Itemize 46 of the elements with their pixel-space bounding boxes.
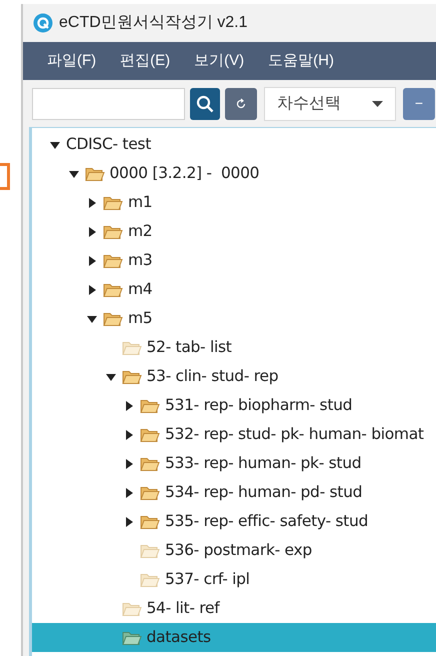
menu-item[interactable]: 도움말(H) — [268, 50, 334, 72]
tree-item[interactable]: datasets — [32, 623, 436, 652]
collapse-button[interactable]: − — [403, 88, 435, 120]
tree-item[interactable]: m1 — [32, 188, 436, 217]
tree-item[interactable]: m4 — [32, 275, 436, 304]
version-select[interactable]: 차수선택 — [264, 86, 396, 120]
menu-item[interactable]: 편집(E) — [120, 50, 170, 72]
expanded-triangle-icon[interactable] — [50, 140, 60, 150]
refresh-button[interactable] — [225, 88, 257, 120]
tree-item[interactable]: 0000 [3.2.2] - 0000 — [32, 159, 436, 188]
collapsed-triangle-icon[interactable] — [124, 488, 134, 498]
search-icon — [196, 94, 214, 112]
tree-item[interactable]: m3 — [32, 246, 436, 275]
collapsed-triangle-icon[interactable] — [124, 516, 134, 526]
tree-item[interactable]: 537- crf- ipl — [32, 565, 436, 594]
tree-item[interactable]: CDISC- test — [32, 130, 436, 159]
collapsed-triangle-icon[interactable] — [124, 400, 134, 410]
expanded-triangle-icon[interactable] — [106, 372, 116, 382]
tree-item[interactable]: 531- rep- biopharm- stud — [32, 391, 436, 420]
menu-item[interactable]: 보기(V) — [194, 50, 244, 72]
tree-item[interactable]: 533- rep- human- pk- stud — [32, 449, 436, 478]
search-field[interactable] — [32, 88, 185, 120]
search-button[interactable] — [190, 88, 220, 120]
tree-item[interactable]: 54- lit- ref — [32, 594, 436, 623]
tree-item[interactable]: m2 — [32, 217, 436, 246]
collapsed-triangle-icon[interactable] — [87, 256, 97, 266]
expanded-triangle-icon[interactable] — [68, 168, 78, 178]
window-title: eCTD민원서식작성기 v2.1 — [59, 13, 248, 33]
tree-item[interactable]: 53- clin- stud- rep — [32, 362, 436, 391]
collapsed-triangle-icon[interactable] — [87, 198, 97, 208]
tree-item[interactable]: m5 — [32, 304, 436, 333]
tree-item[interactable]: 532- rep- stud- pk- human- biomat — [32, 420, 436, 449]
refresh-icon — [235, 98, 247, 110]
dropdown-caret-icon — [372, 100, 383, 106]
collapsed-triangle-icon[interactable] — [124, 430, 134, 440]
menu-item[interactable]: 파일(F) — [47, 50, 96, 72]
tree-item[interactable]: 535- rep- effic- safety- stud — [32, 507, 436, 536]
collapsed-triangle-icon[interactable] — [87, 284, 97, 294]
expanded-triangle-icon[interactable] — [87, 314, 97, 324]
collapsed-triangle-icon[interactable] — [124, 458, 134, 468]
tree-item[interactable]: 534- rep- human- pd- stud — [32, 478, 436, 507]
collapsed-triangle-icon[interactable] — [87, 226, 97, 236]
tree-item[interactable]: 52- tab- list — [32, 333, 436, 362]
tree-item[interactable]: 536- postmark- exp — [32, 536, 436, 565]
highlight-frame — [0, 163, 10, 190]
app-logo-icon — [33, 13, 53, 33]
